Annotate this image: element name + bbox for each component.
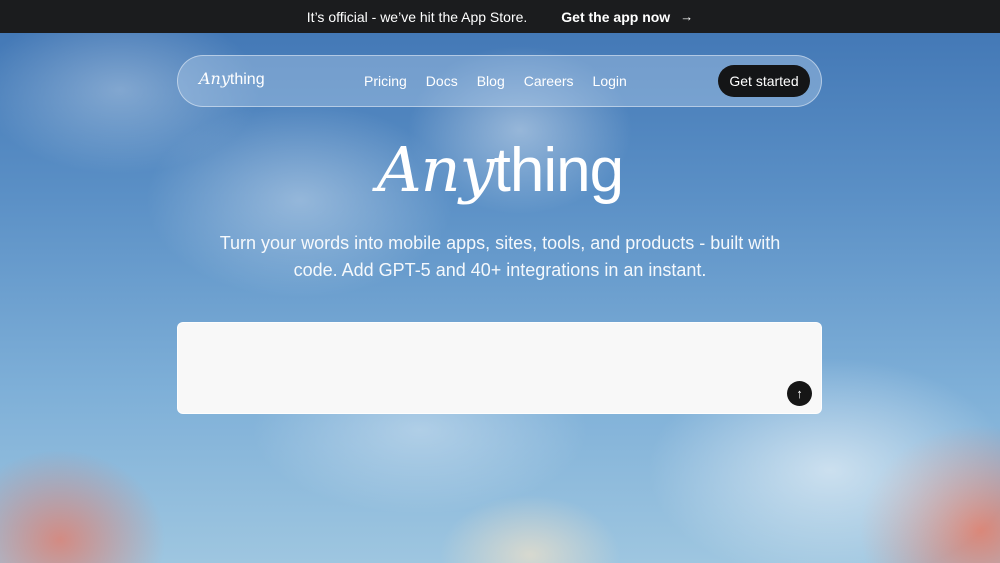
nav-link-pricing[interactable]: Pricing: [364, 73, 407, 89]
hero-logo-regular: thing: [493, 136, 624, 205]
get-app-label: Get the app now: [561, 8, 671, 25]
nav-link-careers[interactable]: Careers: [524, 73, 574, 89]
announcement-text: It’s official - we’ve hit the App Store.: [306, 8, 528, 25]
nav-link-login[interactable]: Login: [593, 73, 627, 89]
prompt-box: ↑: [177, 322, 822, 414]
nav-link-docs[interactable]: Docs: [426, 73, 458, 89]
nav-link-blog[interactable]: Blog: [477, 73, 505, 89]
nav-logo-regular: thing: [229, 71, 265, 88]
hero-logo: Anything: [0, 130, 1000, 211]
announcement-bar: It’s official - we’ve hit the App Store.…: [0, 0, 1000, 33]
nav-logo-italic: Any: [199, 69, 230, 88]
nav-logo[interactable]: Anything: [199, 69, 265, 89]
navbar: Anything Pricing Docs Blog Careers Login…: [177, 55, 822, 107]
send-button[interactable]: ↑: [787, 381, 812, 406]
hero-logo-italic: Any: [376, 133, 495, 206]
get-app-link[interactable]: Get the app now →: [561, 9, 693, 25]
nav-links: Pricing Docs Blog Careers Login: [364, 73, 627, 89]
arrow-up-icon: ↑: [796, 386, 803, 401]
hero-tagline: Turn your words into mobile apps, sites,…: [219, 233, 781, 280]
get-started-button[interactable]: Get started: [718, 65, 810, 97]
arrow-right-icon: →: [680, 9, 694, 24]
prompt-input[interactable]: [192, 335, 782, 395]
